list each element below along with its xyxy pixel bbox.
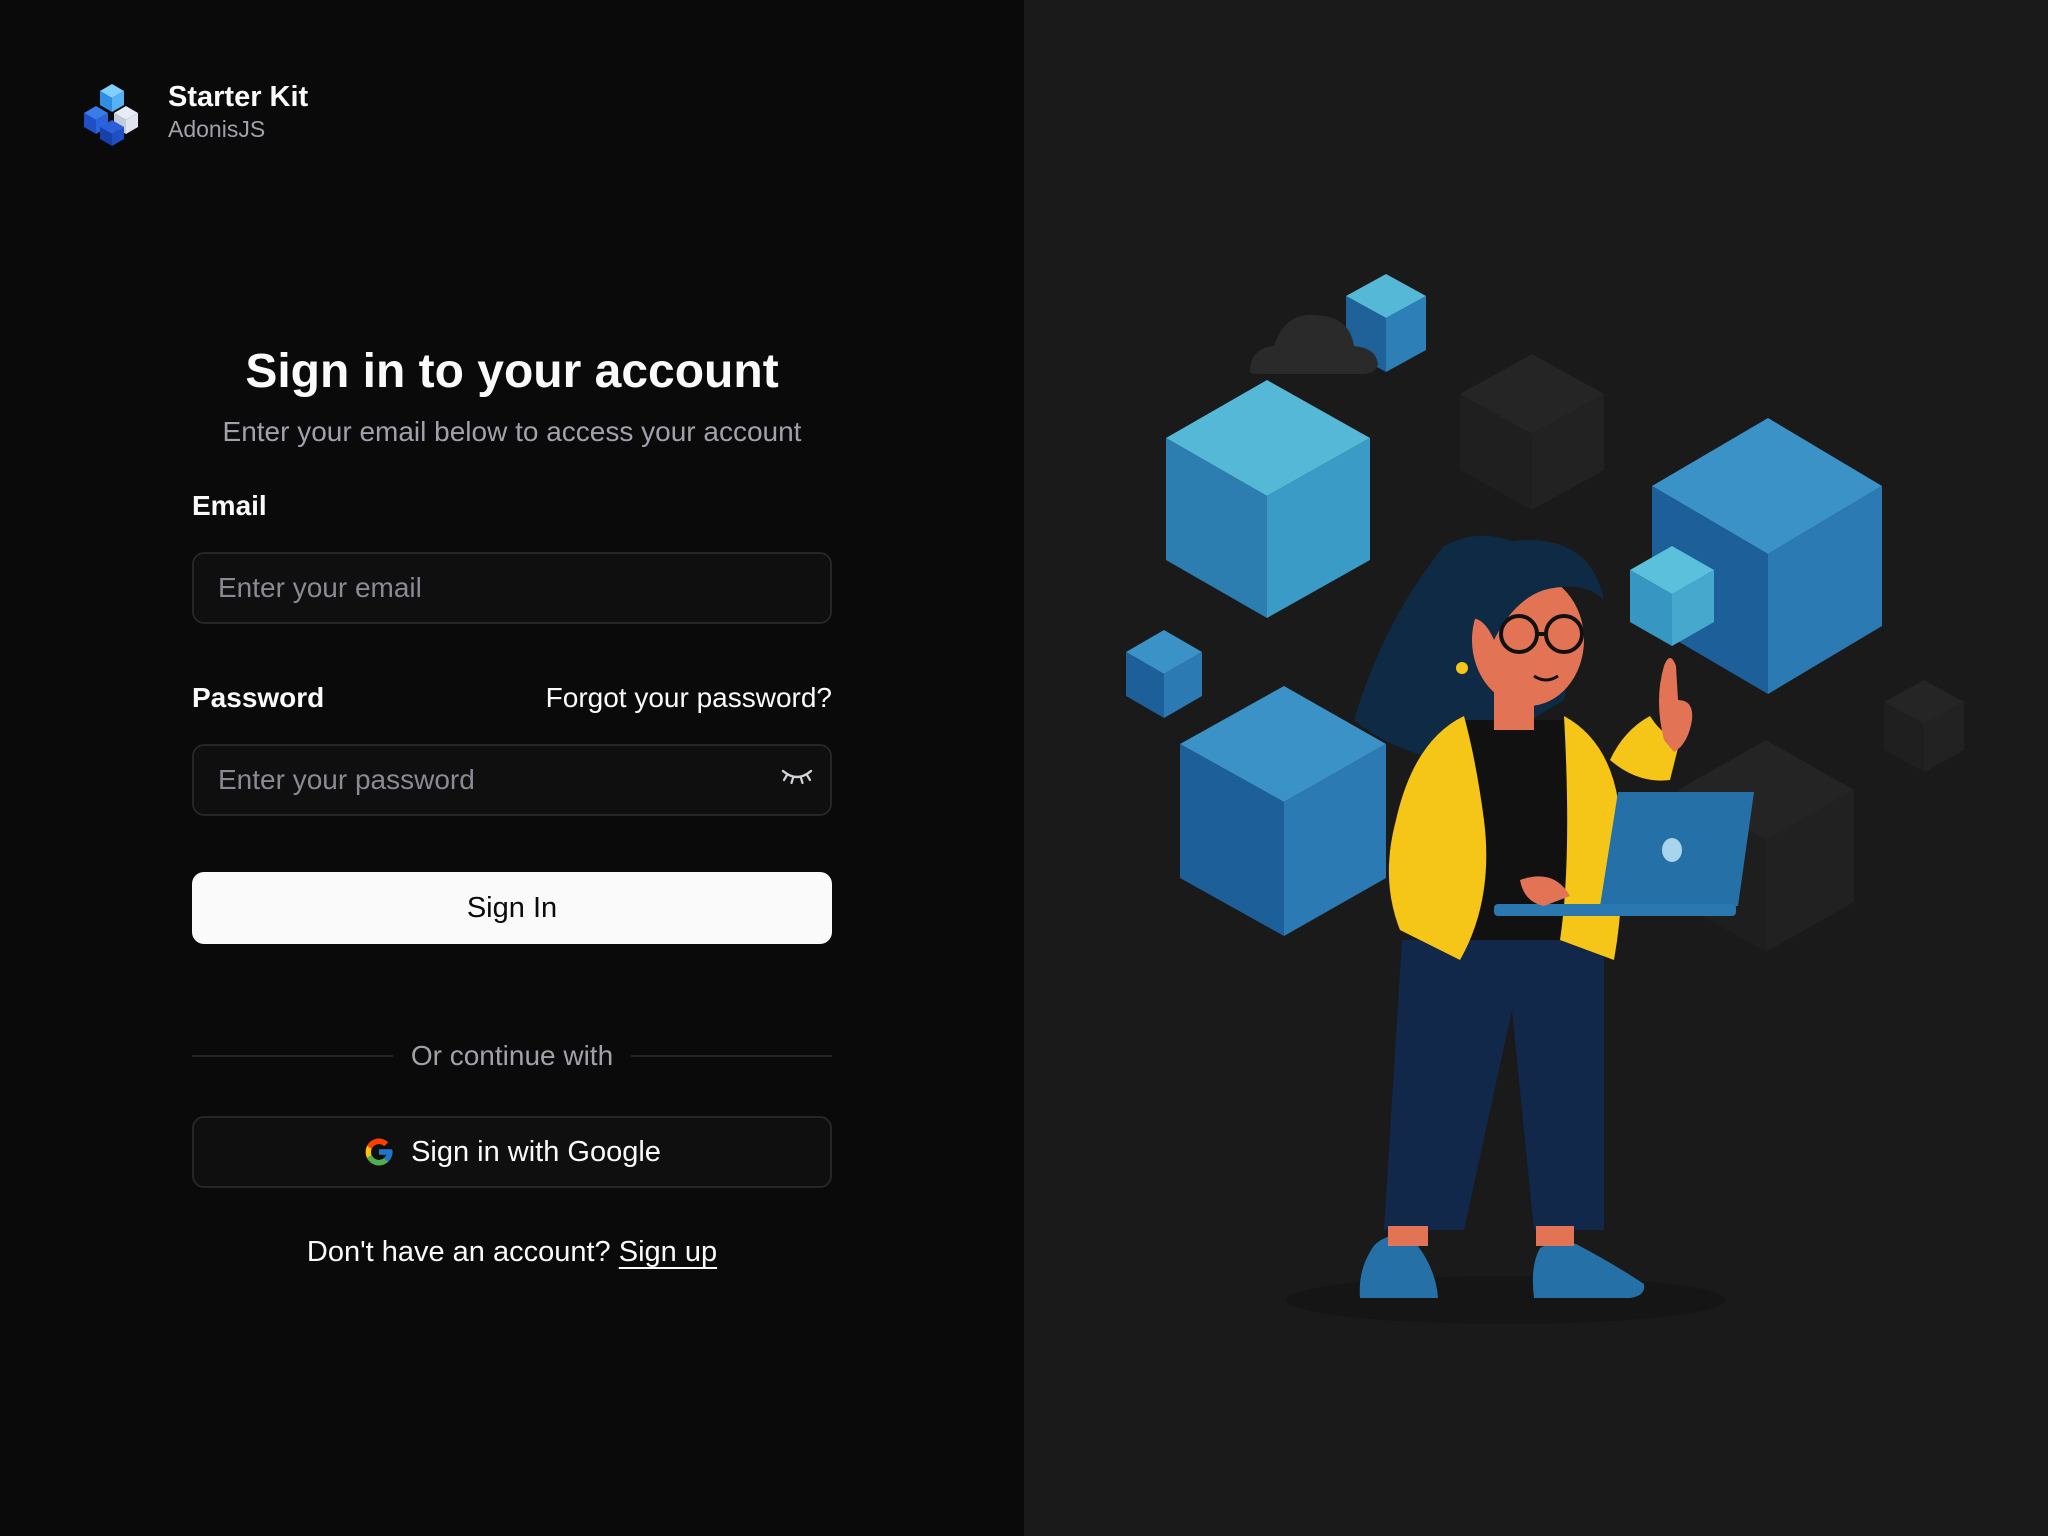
raised-hand	[1659, 658, 1693, 752]
jacket-left	[1388, 716, 1487, 960]
or-divider: Or continue with	[192, 1040, 833, 1072]
email-label: Email	[192, 490, 267, 521]
auth-panel: Starter Kit AdonisJS Sign in to your acc…	[0, 0, 1024, 1536]
shoe-right	[1532, 1241, 1645, 1298]
brand[interactable]: Starter Kit AdonisJS	[78, 80, 308, 148]
woman-with-laptop-illustration	[1126, 274, 1964, 1324]
google-button-label: Sign in with Google	[411, 1135, 661, 1168]
cube-dark-top	[1460, 354, 1604, 510]
email-group: Email	[192, 488, 832, 624]
email-input[interactable]	[192, 552, 832, 624]
cube-large-left	[1166, 380, 1370, 618]
earring	[1456, 662, 1468, 674]
pants	[1384, 940, 1604, 1230]
cube-dark-right	[1884, 680, 1964, 772]
signup-row: Don't have an account? Sign up	[192, 1236, 832, 1269]
page-subtitle: Enter your email below to access your ac…	[222, 416, 802, 447]
password-label: Password	[192, 682, 325, 713]
divider-line-left	[192, 1055, 393, 1057]
brand-subtitle: AdonisJS	[168, 116, 266, 142]
laptop-base	[1494, 904, 1736, 916]
sign-in-form: Sign in to your account Enter your email…	[192, 330, 833, 1269]
cubes-logo-icon	[84, 84, 138, 146]
sign-in-button[interactable]: Sign In	[192, 872, 832, 944]
signup-prompt: Don't have an account?	[306, 1236, 611, 1268]
signup-link[interactable]: Sign up	[619, 1236, 717, 1268]
cube-large-bottom	[1180, 686, 1386, 936]
brand-text: Starter Kit AdonisJS	[168, 80, 308, 144]
illustration-panel	[1024, 0, 2048, 1536]
ankle-right	[1536, 1226, 1574, 1246]
google-icon	[365, 1138, 393, 1166]
password-group: Password Forgot your password?	[192, 680, 832, 816]
cube-small-left	[1126, 630, 1202, 718]
divider-line-right	[631, 1055, 833, 1057]
ankle-left	[1388, 1226, 1428, 1246]
brand-title: Starter Kit	[168, 81, 309, 113]
laptop-logo	[1662, 838, 1682, 862]
forgot-password-link[interactable]: Forgot your password?	[546, 682, 832, 714]
password-input[interactable]	[192, 744, 832, 816]
ground-shadow	[1286, 1276, 1726, 1324]
google-sign-in-button[interactable]: Sign in with Google	[192, 1116, 832, 1188]
password-label-row: Password Forgot your password?	[192, 680, 832, 716]
page-title: Sign in to your account	[245, 345, 779, 398]
divider-text: Or continue with	[410, 1040, 614, 1071]
eye-closed-icon[interactable]	[780, 766, 814, 786]
password-field-wrap	[192, 716, 832, 816]
